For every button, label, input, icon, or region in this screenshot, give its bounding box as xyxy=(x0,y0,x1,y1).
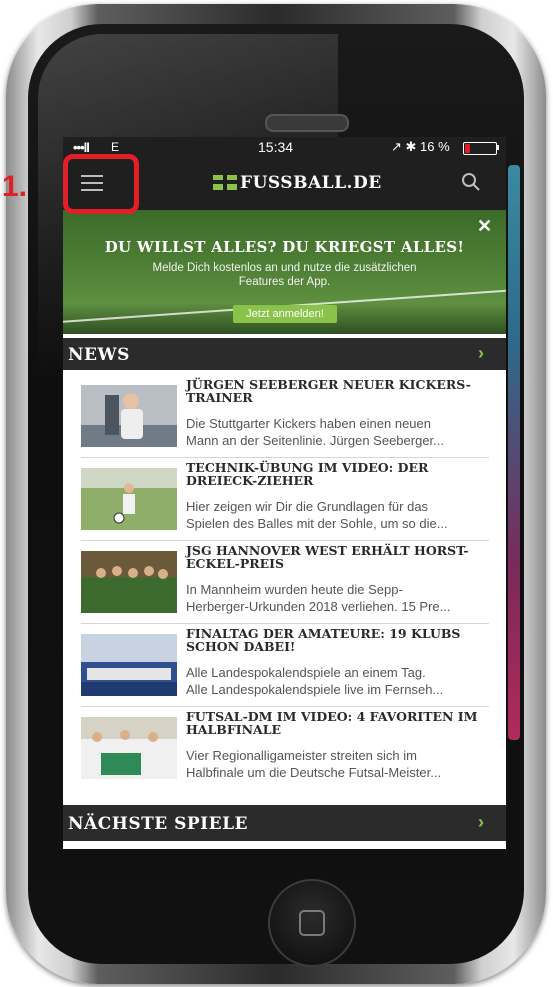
close-icon[interactable]: ✕ xyxy=(477,216,492,237)
news-teaser-line: Spielen des Balles mit der Sohle, um so … xyxy=(186,516,448,531)
news-teaser-line: Die Stuttgarter Kickers haben einen neue… xyxy=(186,416,431,431)
search-icon[interactable] xyxy=(461,172,481,192)
status-indicators: ↗ ✱ 16 % xyxy=(391,139,450,154)
news-thumbnail xyxy=(81,551,177,613)
next-games-section-header[interactable]: NÄCHSTE SPIELE › xyxy=(63,805,506,841)
home-square-icon xyxy=(299,910,325,936)
news-thumbnail xyxy=(81,717,177,779)
signal-icon: •••ll xyxy=(73,140,90,155)
phone-screen: •••ll E 15:34 ↗ ✱ 16 % FUSSBALL.DE ✕ DU … xyxy=(63,137,506,849)
carrier-label: E xyxy=(111,140,120,154)
news-item[interactable]: JSG HANNOVER WEST ERHÄLT HORST-ECKEL-PRE… xyxy=(81,541,489,624)
logo-text: FUSSBALL.DE xyxy=(240,173,382,193)
battery-tip xyxy=(497,145,499,150)
news-thumbnail xyxy=(81,468,177,530)
news-title: JSG HANNOVER WEST ERHÄLT HORST-ECKEL-PRE… xyxy=(186,543,469,571)
news-teaser-line: In Mannheim wurden heute die Sepp- xyxy=(186,582,403,597)
battery-level xyxy=(465,144,470,153)
news-section-title: NEWS xyxy=(68,345,130,365)
status-time: 15:34 xyxy=(258,139,294,155)
news-item[interactable]: FUTSAL-DM IM VIDEO: 4 FAVORITEN IM HALBF… xyxy=(81,707,489,789)
battery-icon xyxy=(463,142,497,155)
news-teaser: Alle Landespokalendspiele an einem Tag. … xyxy=(186,664,491,698)
promo-title: DU WILLST ALLES? DU KRIEGST ALLES! xyxy=(104,238,465,256)
news-teaser-line: Alle Landespokalendspiele an einem Tag. xyxy=(186,665,426,680)
news-teaser-line: Mann an der Seitenlinie. Jürgen Seeberge… xyxy=(186,433,445,448)
news-teaser: Die Stuttgarter Kickers haben einen neue… xyxy=(186,415,491,449)
next-games-section-title: NÄCHSTE SPIELE xyxy=(68,814,249,834)
news-teaser: Vier Regionalligameister streiten sich i… xyxy=(186,747,491,781)
promo-text: Melde Dich kostenlos an und nutze die zu… xyxy=(152,262,417,288)
annotation-step-label: 1. xyxy=(2,170,28,203)
menu-highlight-box xyxy=(63,154,139,214)
news-teaser-line: Herberger-Urkunden 2018 verliehen. 15 Pr… xyxy=(186,599,451,614)
news-section-header[interactable]: NEWS › xyxy=(63,338,506,370)
news-title: FINALTAG DER AMATEURE: 19 KLUBS SCHON DA… xyxy=(186,626,461,654)
news-title: TECHNIK-ÜBUNG IM VIDEO: DER DREIECK-ZIEH… xyxy=(186,460,429,488)
news-teaser-line: Vier Regionalligameister streiten sich i… xyxy=(186,748,417,763)
chevron-right-icon[interactable]: › xyxy=(478,343,484,364)
news-teaser-line: Alle Landespokalendspiele live im Fernse… xyxy=(186,682,444,697)
news-teaser: In Mannheim wurden heute die Sepp- Herbe… xyxy=(186,581,491,615)
news-thumbnail xyxy=(81,385,177,447)
news-teaser-line: Hier zeigen wir Dir die Grundlagen für d… xyxy=(186,499,429,514)
news-thumbnail xyxy=(81,634,177,696)
news-item[interactable]: JÜRGEN SEEBERGER NEUER KICKERS-TRAINER D… xyxy=(81,375,489,458)
news-item[interactable]: TECHNIK-ÜBUNG IM VIDEO: DER DREIECK-ZIEH… xyxy=(81,458,489,541)
signup-button[interactable]: Jetzt anmelden! xyxy=(233,305,337,323)
promo-banner: ✕ DU WILLST ALLES? DU KRIEGST ALLES! Mel… xyxy=(63,210,506,334)
logo-flag-icon xyxy=(213,175,237,190)
home-button-icon[interactable] xyxy=(268,879,356,967)
news-title: FUTSAL-DM IM VIDEO: 4 FAVORITEN IM HALBF… xyxy=(186,709,478,737)
background-app-strip xyxy=(508,165,520,740)
news-item[interactable]: FINALTAG DER AMATEURE: 19 KLUBS SCHON DA… xyxy=(81,624,489,707)
news-title: JÜRGEN SEEBERGER NEUER KICKERS-TRAINER xyxy=(186,377,471,405)
news-teaser-line: Halbfinale um die Deutsche Futsal-Meiste… xyxy=(186,765,442,780)
chevron-right-icon[interactable]: › xyxy=(478,812,484,833)
news-teaser: Hier zeigen wir Dir die Grundlagen für d… xyxy=(186,498,491,532)
earpiece-speaker xyxy=(265,114,349,132)
